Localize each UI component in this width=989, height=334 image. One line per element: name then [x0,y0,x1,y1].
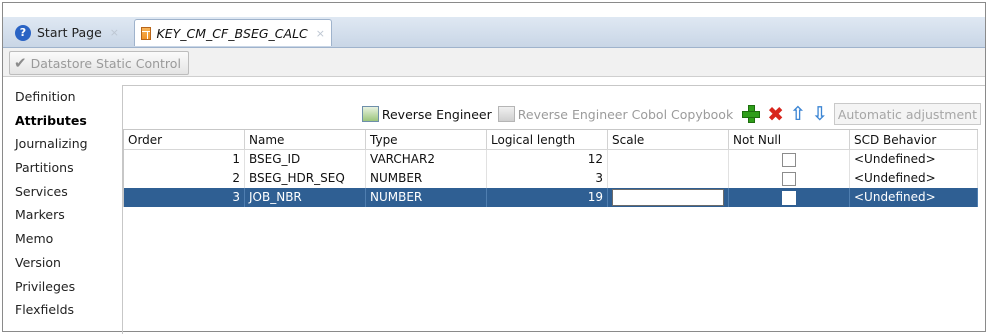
type-cell[interactable]: VARCHAR2 [366,150,487,169]
scd-behavior-cell[interactable]: <Undefined> [850,188,978,207]
type-cell[interactable]: NUMBER [366,169,487,188]
not-null-checkbox[interactable] [782,152,796,167]
not-null-checkbox[interactable] [782,171,796,186]
table-row[interactable]: 2 BSEG_HDR_SEQ NUMBER 3 <Undefined> [124,169,978,188]
sidebar-item-version[interactable]: Version [12,251,120,275]
tab-label: KEY_CM_CF_BSEG_CALC [156,25,308,41]
sidebar-item-journalizing[interactable]: Journalizing [12,132,120,156]
scale-cell [608,188,729,207]
name-cell[interactable]: JOB_NBR [245,188,366,207]
editor-window: ? Start Page × KEY_CM_CF_BSEG_CALC × ✔ D… [2,2,986,334]
sidebar-item-definition[interactable]: Definition [12,85,120,109]
tab-start-page[interactable]: ? Start Page × [9,19,133,46]
move-up-icon[interactable]: ⇧ [790,104,806,124]
not-null-cell [729,188,850,207]
type-cell[interactable]: NUMBER [366,188,487,207]
logical-length-cell[interactable]: 12 [487,150,608,169]
logical-length-cell[interactable]: 3 [487,169,608,188]
add-icon[interactable] [741,104,761,124]
button-label: Reverse Engineer [381,106,492,122]
delete-icon[interactable]: ✖ [767,104,784,124]
scd-behavior-cell[interactable]: <Undefined> [850,169,978,188]
column-header-scale[interactable]: Scale [608,130,729,149]
button-label: Reverse Engineer Cobol Copybook [517,106,734,122]
section-nav: Definition Attributes Journalizing Parti… [12,85,120,322]
scale-cell[interactable] [608,169,729,188]
table-icon [141,26,151,40]
reverse-engineer-cobol-icon [497,106,515,122]
sidebar-item-memo[interactable]: Memo [12,227,120,251]
sidebar-item-privileges[interactable]: Privileges [12,275,120,299]
close-icon[interactable]: × [110,26,119,39]
column-header-logical-length[interactable]: Logical length [487,130,608,149]
column-header-scd-behavior[interactable]: SCD Behavior [850,130,978,149]
logical-length-cell[interactable]: 19 [487,188,608,207]
attributes-table: Order Name Type Logical length Scale Not… [123,129,978,207]
column-header-not-null[interactable]: Not Null [729,130,850,149]
order-cell[interactable]: 3 [124,188,245,207]
tab-label: Start Page [37,25,102,40]
table-row[interactable]: 1 BSEG_ID VARCHAR2 12 <Undefined> [124,150,978,169]
order-cell[interactable]: 2 [124,169,245,188]
not-null-cell [729,150,850,169]
scd-behavior-cell[interactable]: <Undefined> [850,150,978,169]
automatic-adjustment-button[interactable]: Automatic adjustment [833,103,981,125]
reverse-engineer-button[interactable]: Reverse Engineer [361,106,492,122]
not-null-checkbox[interactable] [782,190,796,205]
sidebar-item-flexfields[interactable]: Flexfields [12,298,120,322]
help-icon: ? [15,24,31,41]
move-down-icon[interactable]: ⇩ [812,104,828,124]
checkmark-icon: ✔ [14,54,27,72]
close-icon[interactable]: × [316,27,325,40]
editor-toolbar: ✔ Datastore Static Control [3,48,985,77]
column-header-type[interactable]: Type [366,130,487,149]
column-header-order[interactable]: Order [124,130,245,149]
button-label: Datastore Static Control [30,55,181,71]
attributes-toolbar: Reverse Engineer Reverse Engineer Cobol … [123,99,981,129]
name-cell[interactable]: BSEG_HDR_SEQ [245,169,366,188]
tab-datastore[interactable]: KEY_CM_CF_BSEG_CALC × [134,19,332,46]
table-row-selected[interactable]: 3 JOB_NBR NUMBER 19 <Undefined> [124,188,978,207]
order-cell[interactable]: 1 [124,150,245,169]
editor-tabstrip: ? Start Page × KEY_CM_CF_BSEG_CALC × [3,17,985,48]
sidebar-item-services[interactable]: Services [12,180,120,204]
reverse-engineer-cobol-button[interactable]: Reverse Engineer Cobol Copybook [497,106,734,122]
not-null-cell [729,169,850,188]
attributes-panel: Reverse Engineer Reverse Engineer Cobol … [122,85,985,334]
scale-edit-input[interactable] [612,189,724,206]
sidebar-item-attributes[interactable]: Attributes [12,109,120,133]
column-header-name[interactable]: Name [245,130,366,149]
datastore-static-control-button[interactable]: ✔ Datastore Static Control [9,51,189,75]
sidebar-item-markers[interactable]: Markers [12,203,120,227]
name-cell[interactable]: BSEG_ID [245,150,366,169]
table-header-row: Order Name Type Logical length Scale Not… [124,130,978,150]
sidebar-item-partitions[interactable]: Partitions [12,156,120,180]
reverse-engineer-icon [361,106,379,122]
scale-cell[interactable] [608,150,729,169]
